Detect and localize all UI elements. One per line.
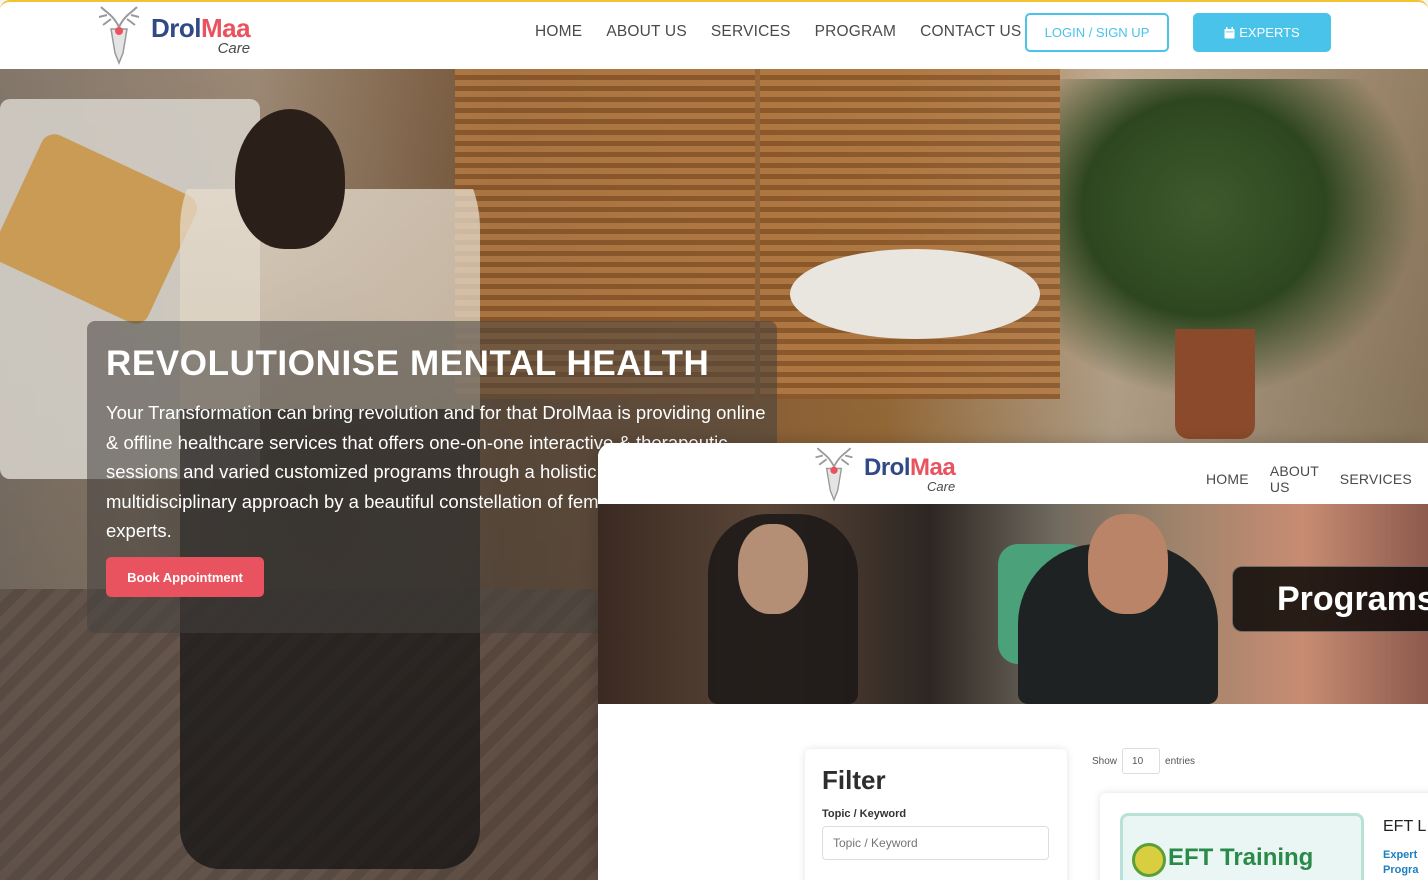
show-label: Show [1092,755,1118,767]
topic-keyword-input[interactable] [822,826,1049,860]
brand-subtitle: Care [217,39,251,57]
calendar-icon [1224,26,1235,38]
experts-button-label: EXPERTS [1239,25,1300,40]
program-thumbnail-title: EFT Training [1168,844,1314,871]
program-type: Progra [1383,864,1419,876]
hero-title: REVOLUTIONISE MENTAL HEALTH [106,344,710,383]
top-navbar: DrolMaa Care HOME ABOUT US SERVICES PROG… [0,2,1428,69]
program-card[interactable]: EFT Training EFT L Expert Progra [1100,793,1428,880]
eft-badge-icon [1132,843,1166,877]
brand-name-part1: Drol [151,12,202,43]
entries-per-page-select[interactable]: 10 [1122,748,1161,774]
filter-panel: Filter Topic / Keyword [805,749,1067,880]
login-signup-button[interactable]: LOGIN / SIGN UP [1025,13,1169,52]
programs-navbar: DrolMaa Care HOME ABOUT US SERVICES [598,443,1428,504]
brand-name-part2: Maa [910,453,956,481]
book-appointment-button[interactable]: Book Appointment [106,557,264,597]
deer-logo-icon [98,6,140,65]
brand-name-part2: Maa [201,12,251,43]
nav-program[interactable]: PROGRAM [815,23,897,41]
brand-subtitle: Care [927,478,956,494]
brand-name-part1: Drol [864,453,911,481]
show-entries-control: Show 10 entries [1092,748,1195,774]
nav-home[interactable]: HOME [1206,471,1249,487]
experts-button[interactable]: EXPERTS [1193,13,1331,52]
brand-logo[interactable]: DrolMaa Care [93,5,251,65]
nav-services[interactable]: SERVICES [1340,471,1412,487]
main-nav: HOME ABOUT US SERVICES PROGRAM CONTACT U… [535,23,1045,41]
program-name[interactable]: EFT L [1383,818,1426,836]
programs-page-screenshot: DrolMaa Care HOME ABOUT US SERVICES Prog… [598,443,1428,880]
programs-nav: HOME ABOUT US SERVICES [1206,463,1428,495]
deer-logo-icon [815,447,853,502]
nav-services[interactable]: SERVICES [711,23,791,41]
nav-home[interactable]: HOME [535,23,582,41]
topic-keyword-label: Topic / Keyword [822,808,907,820]
filter-title: Filter [822,765,886,795]
entries-label: entries [1165,755,1196,767]
program-expert: Expert [1383,849,1418,861]
programs-brand-logo[interactable]: DrolMaa Care [810,446,956,502]
programs-title: Programs [1277,579,1428,618]
nav-about-us[interactable]: ABOUT US [1270,463,1319,495]
programs-banner: Programs [598,504,1428,704]
programs-title-box: Programs [1232,566,1428,632]
program-thumbnail[interactable]: EFT Training [1120,813,1364,880]
nav-about-us[interactable]: ABOUT US [606,23,687,41]
nav-contact-us[interactable]: CONTACT US [920,23,1021,41]
